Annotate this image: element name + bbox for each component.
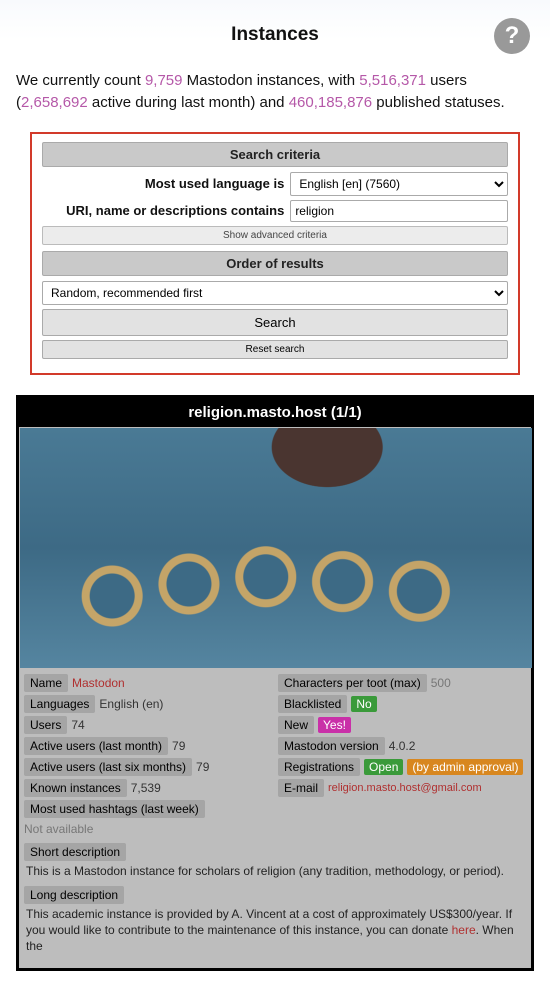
- version-label: Mastodon version: [278, 737, 385, 755]
- search-criteria-box: Search criteria Most used language is En…: [30, 132, 520, 375]
- registrations-label: Registrations: [278, 758, 360, 776]
- email-value[interactable]: religion.masto.host@gmail.com: [328, 782, 482, 794]
- language-select[interactable]: English [en] (7560): [290, 172, 508, 196]
- order-title: Order of results: [42, 251, 508, 276]
- user-count: 5,516,371: [359, 72, 426, 89]
- help-icon[interactable]: ?: [494, 18, 530, 54]
- registrations-value: Open: [364, 759, 403, 775]
- name-value[interactable]: Mastodon: [72, 676, 125, 690]
- blacklisted-value: No: [351, 696, 376, 712]
- chars-value: 500: [431, 676, 451, 690]
- version-value: 4.0.2: [389, 739, 416, 753]
- reset-button[interactable]: Reset search: [42, 340, 508, 359]
- contains-label: URI, name or descriptions contains: [42, 203, 284, 218]
- new-value: Yes!: [318, 717, 351, 733]
- users-label: Users: [24, 716, 67, 734]
- contains-input[interactable]: [290, 200, 508, 222]
- page-title: Instances: [16, 24, 534, 46]
- instance-title[interactable]: religion.masto.host (1/1): [19, 398, 531, 427]
- hashtags-value: Not available: [24, 822, 93, 836]
- short-desc-label: Short description: [24, 843, 126, 861]
- intro-text: We currently count 9,759 Mastodon instan…: [16, 70, 534, 114]
- new-label: New: [278, 716, 314, 734]
- active-month-label: Active users (last month): [24, 737, 168, 755]
- name-label: Name: [24, 674, 68, 692]
- long-desc-label: Long description: [24, 886, 124, 904]
- donate-link[interactable]: here: [452, 923, 476, 937]
- instance-result-card: religion.masto.host (1/1) Name Mastodon L…: [16, 395, 534, 972]
- active-user-count: 2,658,692: [21, 94, 88, 111]
- known-instances-label: Known instances: [24, 779, 127, 797]
- active-six-label: Active users (last six months): [24, 758, 192, 776]
- search-button[interactable]: Search: [42, 309, 508, 336]
- order-select[interactable]: Random, recommended first: [42, 281, 508, 305]
- instance-thumbnail: [20, 428, 532, 668]
- chars-label: Characters per toot (max): [278, 674, 427, 692]
- show-advanced-link[interactable]: Show advanced criteria: [42, 226, 508, 245]
- registrations-extra: (by admin approval): [407, 759, 523, 775]
- active-month-value: 79: [172, 739, 185, 753]
- instance-count: 9,759: [145, 72, 183, 89]
- status-count: 460,185,876: [289, 94, 372, 111]
- languages-label: Languages: [24, 695, 95, 713]
- blacklisted-label: Blacklisted: [278, 695, 347, 713]
- languages-value: English (en): [99, 697, 163, 711]
- language-label: Most used language is: [42, 176, 284, 191]
- known-instances-value: 7,539: [131, 781, 161, 795]
- users-value: 74: [71, 718, 84, 732]
- active-six-value: 79: [196, 760, 209, 774]
- hashtags-label: Most used hashtags (last week): [24, 800, 205, 818]
- email-label: E-mail: [278, 779, 324, 797]
- search-criteria-title: Search criteria: [42, 142, 508, 167]
- short-desc-text: This is a Mastodon instance for scholars…: [24, 859, 526, 887]
- long-desc-text: This academic instance is provided by A.…: [24, 902, 526, 963]
